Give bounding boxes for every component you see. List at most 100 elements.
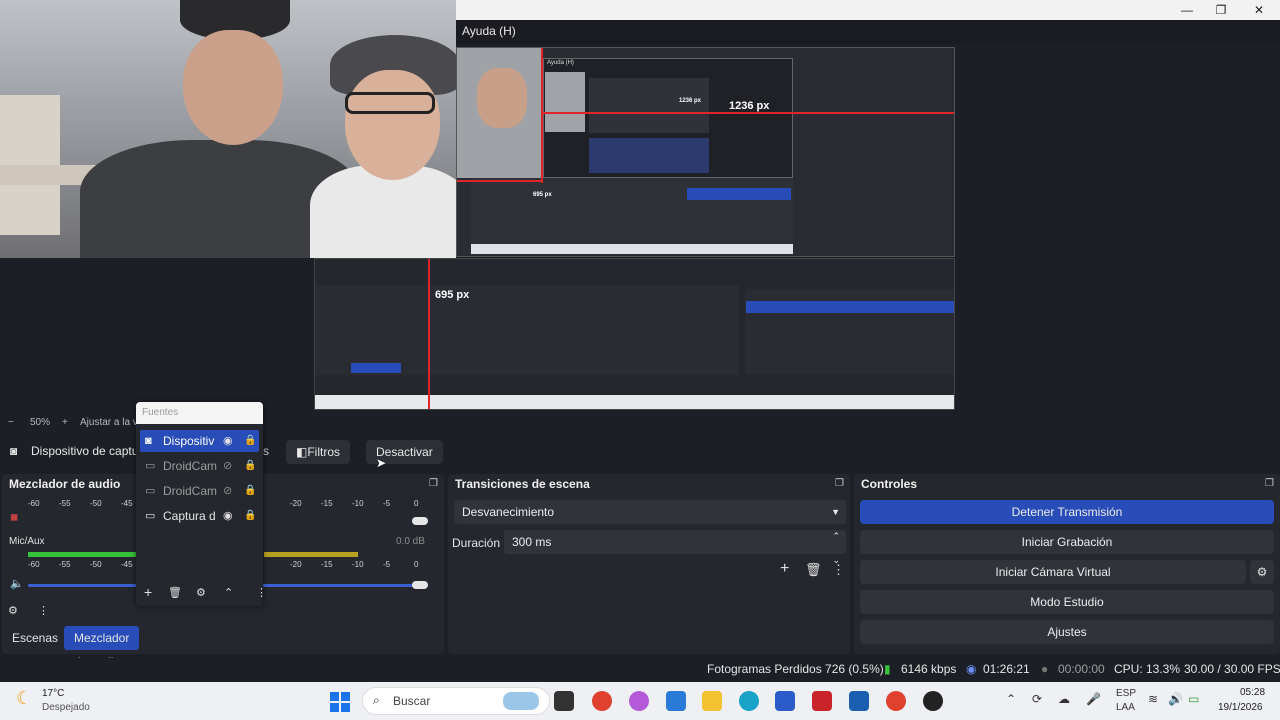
windows-start-icon[interactable] (330, 692, 350, 712)
more-icon[interactable]: ⋮ (38, 604, 49, 617)
zoom-out-button[interactable]: − (8, 417, 14, 428)
add-icon[interactable]: + (144, 584, 152, 600)
bitrate: 6146 kbps (901, 662, 957, 676)
start-virtual-camera-button[interactable]: Iniciar Cámara Virtual (860, 560, 1246, 584)
duration-input[interactable]: 300 ms ⌃ ⌄ (504, 530, 846, 565)
monitor-icon: ▭ (145, 510, 156, 522)
controls-dock: Controles ❐ Detener Transmisión Iniciar … (854, 474, 1280, 654)
dock-float-icon[interactable]: ❐ (835, 478, 844, 489)
store-icon[interactable] (849, 691, 869, 711)
start-recording-button[interactable]: Iniciar Grabación (860, 530, 1274, 554)
close-button[interactable]: ✕ (1244, 2, 1274, 18)
search-highlight-icon (503, 692, 539, 710)
gear-icon[interactable]: ⚙ (196, 586, 206, 599)
source-item[interactable]: ◙ Dispositiv ◉ 🔒 (140, 430, 259, 452)
more-icon[interactable]: ⋮ (256, 586, 263, 599)
cpu-usage: CPU: 13.3% (1114, 662, 1181, 676)
more-icon[interactable]: ⋮ (832, 562, 845, 578)
gear-icon[interactable]: ⚙ (8, 604, 18, 617)
file-explorer-icon[interactable] (702, 691, 722, 711)
dock-float-icon[interactable]: ❐ (1265, 478, 1274, 489)
clock-time[interactable]: 05:28 (1240, 687, 1265, 698)
track2-name: Mic/Aux (9, 536, 45, 547)
camera-icon: ◙ (10, 444, 18, 458)
selected-source-name: Dispositivo de captur (31, 444, 143, 458)
volume-icon[interactable]: 🔊 (1168, 692, 1183, 706)
mcafee-icon[interactable] (812, 691, 832, 711)
weather-icon: ☾ (16, 688, 33, 708)
cloud-icon[interactable]: ☁ (1058, 692, 1070, 706)
tab-scenes[interactable]: Escenas (2, 626, 68, 650)
lock-icon[interactable]: 🔒 (244, 455, 256, 477)
filters-button[interactable]: ◧Filtros (286, 440, 351, 464)
chrome-profile-icon[interactable] (886, 691, 906, 711)
chrome-icon[interactable] (592, 691, 612, 711)
rec-icon: ● (1041, 662, 1049, 676)
language-bottom[interactable]: LAA (1116, 702, 1135, 713)
microphone-icon[interactable]: 🎤 (1086, 692, 1101, 706)
stop-streaming-button[interactable]: Detener Transmisión (860, 500, 1274, 524)
eye-icon[interactable]: ◉ (223, 430, 233, 452)
zoom-value: 50% (30, 417, 51, 428)
properties-button[interactable]: s (263, 444, 269, 458)
wifi-icon[interactable]: ≋ (1148, 692, 1158, 706)
word-icon[interactable] (775, 691, 795, 711)
dropped-frames: Fotogramas Perdidos 726 (0.5%) (707, 662, 884, 676)
eye-icon[interactable]: ◉ (223, 505, 233, 527)
chevron-up-icon[interactable]: ⌃ (1006, 692, 1016, 706)
settings-button[interactable]: Ajustes (860, 620, 1274, 644)
tab-audio-mixer[interactable]: Mezclador de audio (64, 626, 140, 669)
status-bar: Fotogramas Perdidos 726 (0.5%) ▮ 6146 kb… (0, 658, 1280, 680)
lock-icon[interactable]: 🔒 (244, 430, 256, 452)
track1-volume-knob[interactable] (412, 517, 428, 525)
maximize-button[interactable]: ❐ (1206, 2, 1236, 18)
window-icon: ▭ (145, 460, 156, 472)
eye-hidden-icon[interactable]: ⊘ (223, 455, 232, 477)
window-icon: ▭ (145, 485, 156, 497)
edge-icon[interactable] (739, 691, 759, 711)
dock-float-icon[interactable]: ❐ (429, 478, 438, 489)
terminal-icon[interactable] (554, 691, 574, 711)
audio-mixer-title: Mezclador de audio (9, 477, 121, 491)
track2-meter-peak (264, 552, 358, 557)
source-item[interactable]: ▭ DroidCam ⊘ 🔒 (140, 480, 259, 502)
taskbar-search[interactable]: ⌕ Buscar (362, 687, 550, 715)
trash-icon[interactable]: 🗑 (168, 586, 182, 599)
lock-icon[interactable]: 🔒 (244, 480, 256, 502)
app-icon[interactable] (666, 691, 686, 711)
fps: 30.00 / 30.00 FPS (1184, 662, 1280, 676)
trash-icon[interactable]: 🗑 (805, 562, 822, 578)
battery-icon[interactable]: ▭ (1188, 692, 1199, 706)
virtual-camera-settings-icon[interactable]: ⚙ (1250, 560, 1274, 584)
minimize-button[interactable]: — (1172, 2, 1202, 18)
mouse-cursor-icon: ➤ (376, 456, 387, 470)
live-icon: ◉ (966, 662, 977, 676)
clock-date[interactable]: 19/1/2026 (1218, 702, 1263, 713)
signal-icon: ▮ (884, 662, 891, 676)
zoom-in-button[interactable]: + (62, 417, 68, 428)
obs-icon[interactable] (923, 691, 943, 711)
track2-meter (28, 552, 136, 557)
weather-temp: 17°C (42, 688, 65, 699)
source-label: DroidCam (163, 459, 218, 473)
track2-volume-knob[interactable] (412, 581, 428, 589)
source-item[interactable]: ▭ Captura d ◉ 🔒 (140, 505, 259, 527)
source-item[interactable]: ▭ DroidCam ⊘ 🔒 (140, 455, 259, 477)
menu-help[interactable]: Ayuda (H) (462, 24, 516, 38)
copilot-icon[interactable] (629, 691, 649, 711)
search-placeholder: Buscar (393, 694, 431, 708)
add-icon[interactable]: + (780, 560, 789, 578)
speaker-icon[interactable]: 🔈 (10, 577, 24, 590)
studio-mode-button[interactable]: Modo Estudio (860, 590, 1274, 614)
transition-select[interactable]: Desvanecimiento ▼ (454, 500, 846, 524)
mute-icon[interactable]: ◼ (10, 512, 18, 523)
meter-ticks-3: -60 -55 -50 -45 (28, 560, 133, 569)
fit-to-window-button[interactable]: Ajustar a la v (80, 417, 138, 428)
height-measure-label: 695 px (435, 289, 470, 301)
chevron-up-icon[interactable]: ⌃ (224, 586, 233, 599)
lock-icon[interactable]: 🔒 (244, 505, 256, 527)
language-top[interactable]: ESP (1116, 688, 1136, 699)
meter-ticks-2: -20 -15 -10 -5 0 (290, 499, 419, 508)
sync-icon[interactable]: ⟳ (1032, 692, 1042, 706)
eye-hidden-icon[interactable]: ⊘ (223, 480, 232, 502)
